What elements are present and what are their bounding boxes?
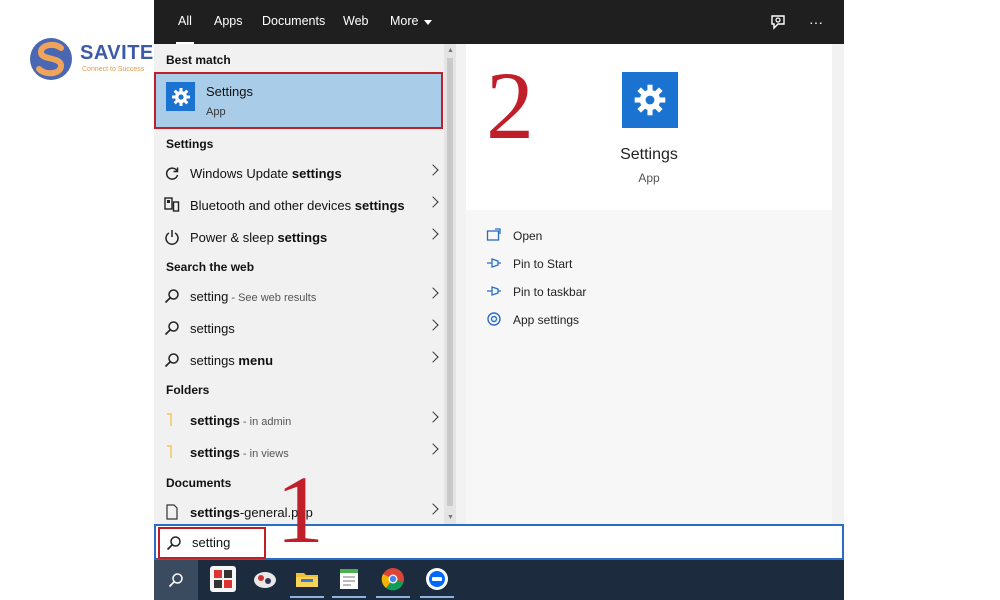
best-match-header: Best match: [166, 53, 231, 67]
tab-apps[interactable]: Apps: [214, 14, 243, 36]
best-match-title: Settings: [206, 84, 253, 99]
settings-header: Settings: [166, 137, 214, 151]
pin-icon: [487, 286, 501, 296]
running-indicator: [420, 596, 454, 598]
document-icon: [166, 504, 178, 520]
more-options-icon[interactable]: ···: [806, 12, 826, 32]
savitel-logo-icon: [30, 38, 72, 80]
result-windows-update-settings[interactable]: Windows Update settings: [154, 158, 443, 188]
search-filter-bar: All Apps Documents Web More ···: [154, 0, 844, 45]
tab-web[interactable]: Web: [343, 14, 368, 36]
taskbar: [154, 560, 844, 600]
chevron-right-icon[interactable]: [427, 164, 439, 176]
scroll-up-icon[interactable]: ▲: [447, 47, 454, 54]
folder-icon: [167, 445, 172, 458]
chevron-right-icon[interactable]: [427, 443, 439, 455]
chrome-icon[interactable]: [380, 566, 406, 592]
tab-more[interactable]: More: [390, 14, 418, 36]
result-web-settings[interactable]: settings: [154, 313, 443, 343]
result-label: Windows Update settings: [190, 166, 342, 181]
sync-icon: [165, 167, 179, 180]
chevron-right-icon[interactable]: [427, 228, 439, 240]
best-match-subtitle: App: [206, 106, 226, 118]
pin-icon: [487, 258, 501, 268]
gear-icon: [487, 312, 501, 326]
chevron-right-icon[interactable]: [427, 196, 439, 208]
savitel-tagline: Connect to Success: [82, 66, 145, 73]
search-web-header: Search the web: [166, 260, 255, 274]
result-label: settings menu: [190, 353, 274, 368]
zalo-icon[interactable]: [424, 566, 450, 592]
taskbar-search-button[interactable]: [154, 560, 198, 600]
results-scrollbar[interactable]: ▲ ▼: [444, 44, 456, 524]
result-power-sleep-settings[interactable]: Power & sleep settings: [154, 222, 443, 252]
open-icon: [486, 228, 501, 241]
scrollbar-thumb[interactable]: [447, 58, 453, 506]
feedback-icon[interactable]: [768, 12, 788, 32]
folders-header: Folders: [166, 383, 210, 397]
search-icon: [164, 321, 179, 336]
best-match-settings-app[interactable]: Settings App: [154, 72, 443, 129]
file-explorer-icon[interactable]: [294, 566, 320, 592]
screenshot-stage: SAVITEL Connect to Success All Apps Docu…: [0, 0, 1000, 600]
result-label: settings: [190, 321, 235, 336]
search-icon: [166, 536, 181, 551]
result-label: Power & sleep settings: [190, 230, 328, 245]
running-indicator: [290, 596, 324, 598]
result-label: setting - See web results: [190, 289, 317, 304]
result-label: settings - in admin: [190, 413, 292, 428]
chevron-right-icon[interactable]: [427, 411, 439, 423]
search-icon: [164, 353, 179, 368]
power-icon: [165, 230, 179, 245]
devices-icon: [164, 197, 180, 212]
chevron-right-icon[interactable]: [427, 503, 439, 515]
search-icon: [164, 289, 179, 304]
result-bluetooth-settings[interactable]: Bluetooth and other devices settings: [154, 190, 443, 220]
search-icon: [168, 573, 183, 588]
result-label: settings - in views: [190, 445, 289, 460]
annotation-step-2: 2: [486, 52, 534, 159]
tab-documents[interactable]: Documents: [262, 14, 325, 36]
search-input[interactable]: setting: [192, 535, 230, 550]
documents-header: Documents: [166, 476, 232, 490]
running-indicator: [376, 596, 410, 598]
tab-all[interactable]: All: [176, 14, 194, 45]
chevron-right-icon[interactable]: [427, 351, 439, 363]
result-folder-admin[interactable]: settings - in admin: [154, 405, 443, 435]
taskbar-app-1-icon[interactable]: [210, 566, 236, 592]
chevron-right-icon[interactable]: [427, 287, 439, 299]
annotation-step-1: 1: [276, 456, 324, 563]
settings-gear-icon: [622, 72, 678, 128]
result-web-setting[interactable]: setting - See web results: [154, 281, 443, 311]
taskbar-app-2-icon[interactable]: [252, 566, 278, 592]
result-label: Bluetooth and other devices settings: [190, 198, 405, 213]
scroll-down-icon[interactable]: ▼: [447, 514, 454, 521]
chevron-down-icon[interactable]: [424, 20, 432, 25]
preview-subtitle: App: [638, 171, 660, 185]
results-pane: Best match Settings App Settings Windows…: [154, 44, 456, 524]
chevron-right-icon[interactable]: [427, 319, 439, 331]
running-indicator: [332, 596, 366, 598]
notepad-icon[interactable]: [336, 566, 362, 592]
folder-icon: [167, 413, 172, 426]
search-box[interactable]: setting: [154, 524, 844, 560]
settings-gear-icon: [166, 82, 195, 111]
result-web-settings-menu[interactable]: settings menu: [154, 345, 443, 375]
